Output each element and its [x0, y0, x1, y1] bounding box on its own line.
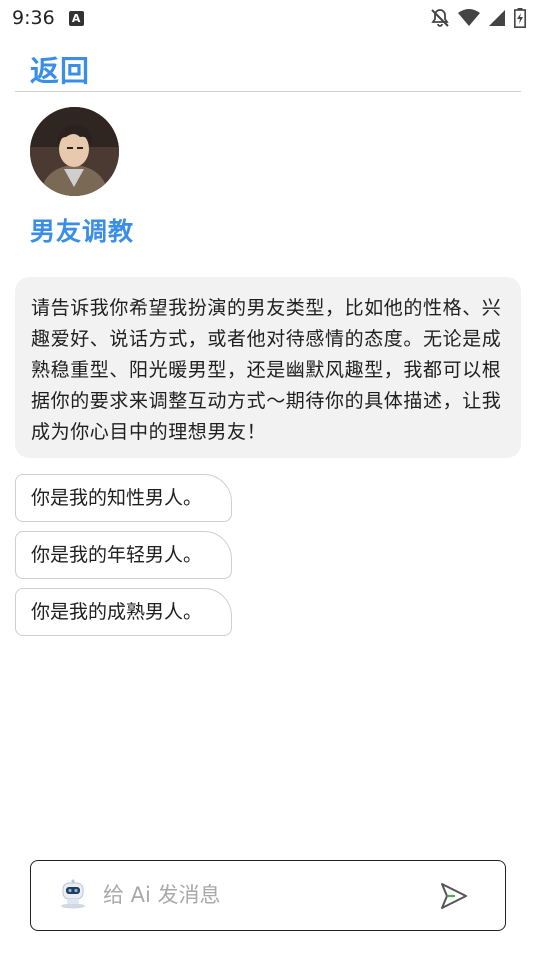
back-button[interactable]: 返回 — [30, 52, 90, 90]
header: 返回 — [15, 52, 521, 92]
signal-icon — [489, 10, 505, 26]
suggestion-chip-3[interactable]: 你是我的成熟男人。 — [15, 588, 232, 636]
send-icon[interactable] — [439, 881, 469, 911]
assistant-message-text: 请告诉我你希望我扮演的男友类型，比如他的性格、兴趣爱好、说话方式，或者他对待感情… — [31, 297, 502, 443]
message-input-bar — [30, 860, 506, 931]
battery-charging-icon — [514, 8, 526, 28]
status-bar: 9:36 A — [0, 0, 536, 36]
avatar-illustration — [30, 107, 119, 196]
message-input[interactable] — [103, 875, 423, 915]
notification-a-icon: A — [68, 10, 84, 26]
notifications-off-icon — [431, 9, 449, 27]
assistant-message-bubble: 请告诉我你希望我扮演的男友类型，比如他的性格、兴趣爱好、说话方式，或者他对待感情… — [15, 277, 521, 458]
suggestion-chip-2[interactable]: 你是我的年轻男人。 — [15, 531, 232, 579]
avatar — [30, 107, 119, 196]
suggestion-chip-1[interactable]: 你是我的知性男人。 — [15, 474, 232, 522]
bot-name: 男友调教 — [30, 217, 135, 246]
status-time: 9:36 — [12, 7, 55, 29]
wifi-icon — [458, 9, 480, 26]
robot-icon — [61, 879, 85, 909]
